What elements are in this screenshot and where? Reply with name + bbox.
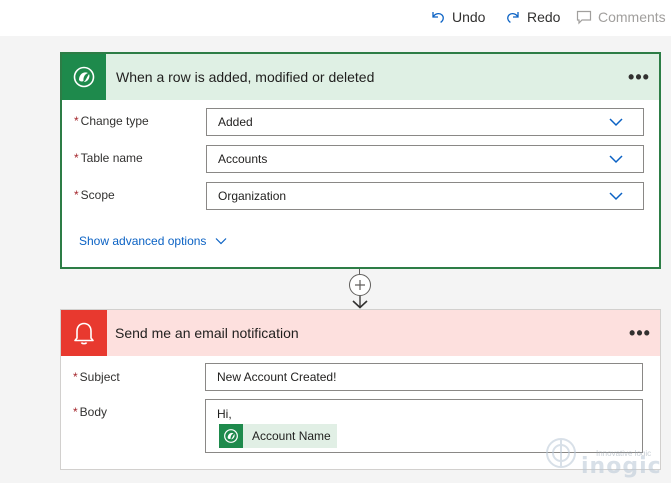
redo-icon bbox=[507, 12, 519, 23]
token-label: Account Name bbox=[252, 429, 331, 443]
table-name-value: Accounts bbox=[218, 152, 268, 166]
chevron-down-icon bbox=[609, 192, 623, 201]
token-icon-box bbox=[219, 424, 243, 448]
subject-value: New Account Created! bbox=[217, 370, 337, 384]
arrow-down-icon bbox=[352, 296, 368, 309]
comment-icon bbox=[576, 10, 592, 25]
required-marker: * bbox=[74, 151, 79, 165]
undo-icon bbox=[432, 12, 444, 23]
table-name-select[interactable]: Accounts bbox=[206, 145, 644, 173]
show-advanced-options-link[interactable]: Show advanced options bbox=[79, 234, 227, 248]
advanced-options-label: Show advanced options bbox=[79, 234, 207, 248]
change-type-select[interactable]: Added bbox=[206, 108, 644, 136]
action-icon-box bbox=[61, 310, 107, 356]
trigger-card-header[interactable]: When a row is added, modified or deleted… bbox=[62, 54, 659, 100]
required-marker: * bbox=[74, 188, 79, 202]
dynamic-content-token[interactable]: Account Name bbox=[219, 424, 337, 448]
redo-label: Redo bbox=[527, 9, 561, 25]
dataverse-icon bbox=[73, 66, 95, 88]
scope-value: Organization bbox=[218, 189, 287, 203]
required-marker: * bbox=[73, 405, 78, 419]
chevron-down-icon bbox=[609, 155, 623, 164]
command-bar: Undo Redo Comments bbox=[0, 0, 671, 36]
scope-label: * Scope bbox=[74, 188, 115, 202]
dataverse-icon bbox=[224, 429, 238, 443]
body-label: * Body bbox=[73, 405, 108, 419]
change-type-label: * Change type bbox=[74, 114, 149, 128]
comments-button[interactable]: Comments bbox=[576, 6, 666, 28]
undo-button[interactable]: Undo bbox=[430, 6, 485, 28]
comments-label: Comments bbox=[598, 9, 666, 25]
chevron-down-icon bbox=[216, 238, 227, 245]
insert-step-button[interactable] bbox=[349, 274, 371, 296]
plus-icon bbox=[355, 280, 365, 290]
bell-icon bbox=[74, 322, 94, 345]
required-marker: * bbox=[73, 370, 78, 384]
watermark-logo: Innovative logic inogic bbox=[544, 432, 664, 479]
table-name-label: * Table name bbox=[74, 151, 143, 165]
chevron-down-icon bbox=[609, 118, 623, 127]
action-card-title: Send me an email notification bbox=[115, 325, 299, 341]
required-marker: * bbox=[74, 114, 79, 128]
watermark-wordmark: inogic bbox=[581, 454, 662, 479]
redo-button[interactable]: Redo bbox=[505, 6, 560, 28]
undo-label: Undo bbox=[452, 9, 486, 25]
action-card-header[interactable]: Send me an email notification ••• bbox=[61, 310, 660, 356]
action-more-menu-button[interactable]: ••• bbox=[620, 310, 660, 356]
scope-select[interactable]: Organization bbox=[206, 182, 644, 210]
trigger-card-title: When a row is added, modified or deleted bbox=[116, 69, 375, 85]
body-text: Hi, bbox=[217, 407, 232, 421]
trigger-more-menu-button[interactable]: ••• bbox=[619, 54, 659, 100]
change-type-value: Added bbox=[218, 115, 253, 129]
watermark-mark-icon bbox=[546, 438, 576, 468]
trigger-icon-box bbox=[62, 54, 106, 100]
subject-label: * Subject bbox=[73, 370, 120, 384]
subject-input[interactable]: New Account Created! bbox=[205, 363, 643, 391]
trigger-card: When a row is added, modified or deleted… bbox=[60, 52, 661, 269]
